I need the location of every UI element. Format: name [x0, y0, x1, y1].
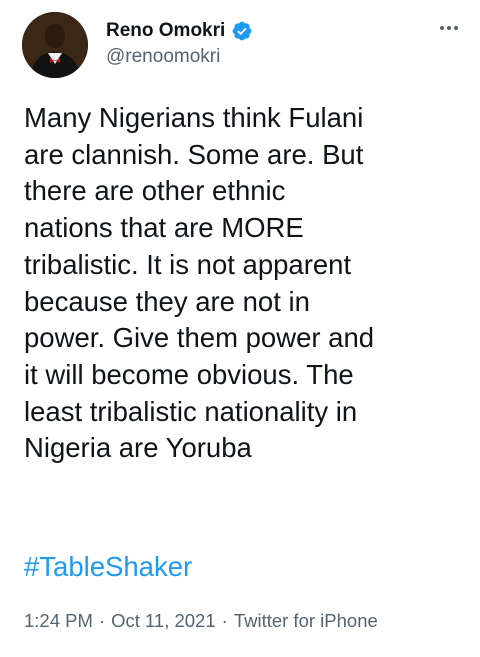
- name-row: Reno Omokri: [106, 18, 253, 44]
- author-handle[interactable]: @renoomokri: [106, 46, 253, 68]
- more-dot: [440, 26, 444, 30]
- meta-separator: ·: [221, 610, 228, 631]
- profile-photo-icon: [22, 12, 88, 78]
- more-dot: [447, 26, 451, 30]
- tweet-source[interactable]: Twitter for iPhone: [234, 610, 378, 632]
- tweet-date[interactable]: Oct 11, 2021: [111, 610, 216, 632]
- verified-badge-icon: [231, 20, 253, 42]
- more-options-icon[interactable]: [436, 18, 462, 38]
- display-name[interactable]: Reno Omokri: [106, 20, 225, 42]
- meta-separator: ·: [98, 610, 106, 631]
- tweet-time[interactable]: 1:24 PM: [24, 610, 93, 632]
- tweet-meta: 1:24 PM · Oct 11, 2021 · Twitter for iPh…: [24, 610, 378, 632]
- tweet-header: Reno Omokri @renoomokri: [22, 12, 462, 82]
- tweet-text: Many Nigerians think Fulani are clannish…: [24, 102, 375, 464]
- avatar[interactable]: [22, 12, 88, 78]
- tweet-card: Reno Omokri @renoomokri Many Nigerians t…: [0, 0, 480, 657]
- hashtag-link[interactable]: #TableShaker: [24, 549, 192, 585]
- more-dot: [454, 26, 458, 30]
- author-info: Reno Omokri @renoomokri: [106, 18, 253, 68]
